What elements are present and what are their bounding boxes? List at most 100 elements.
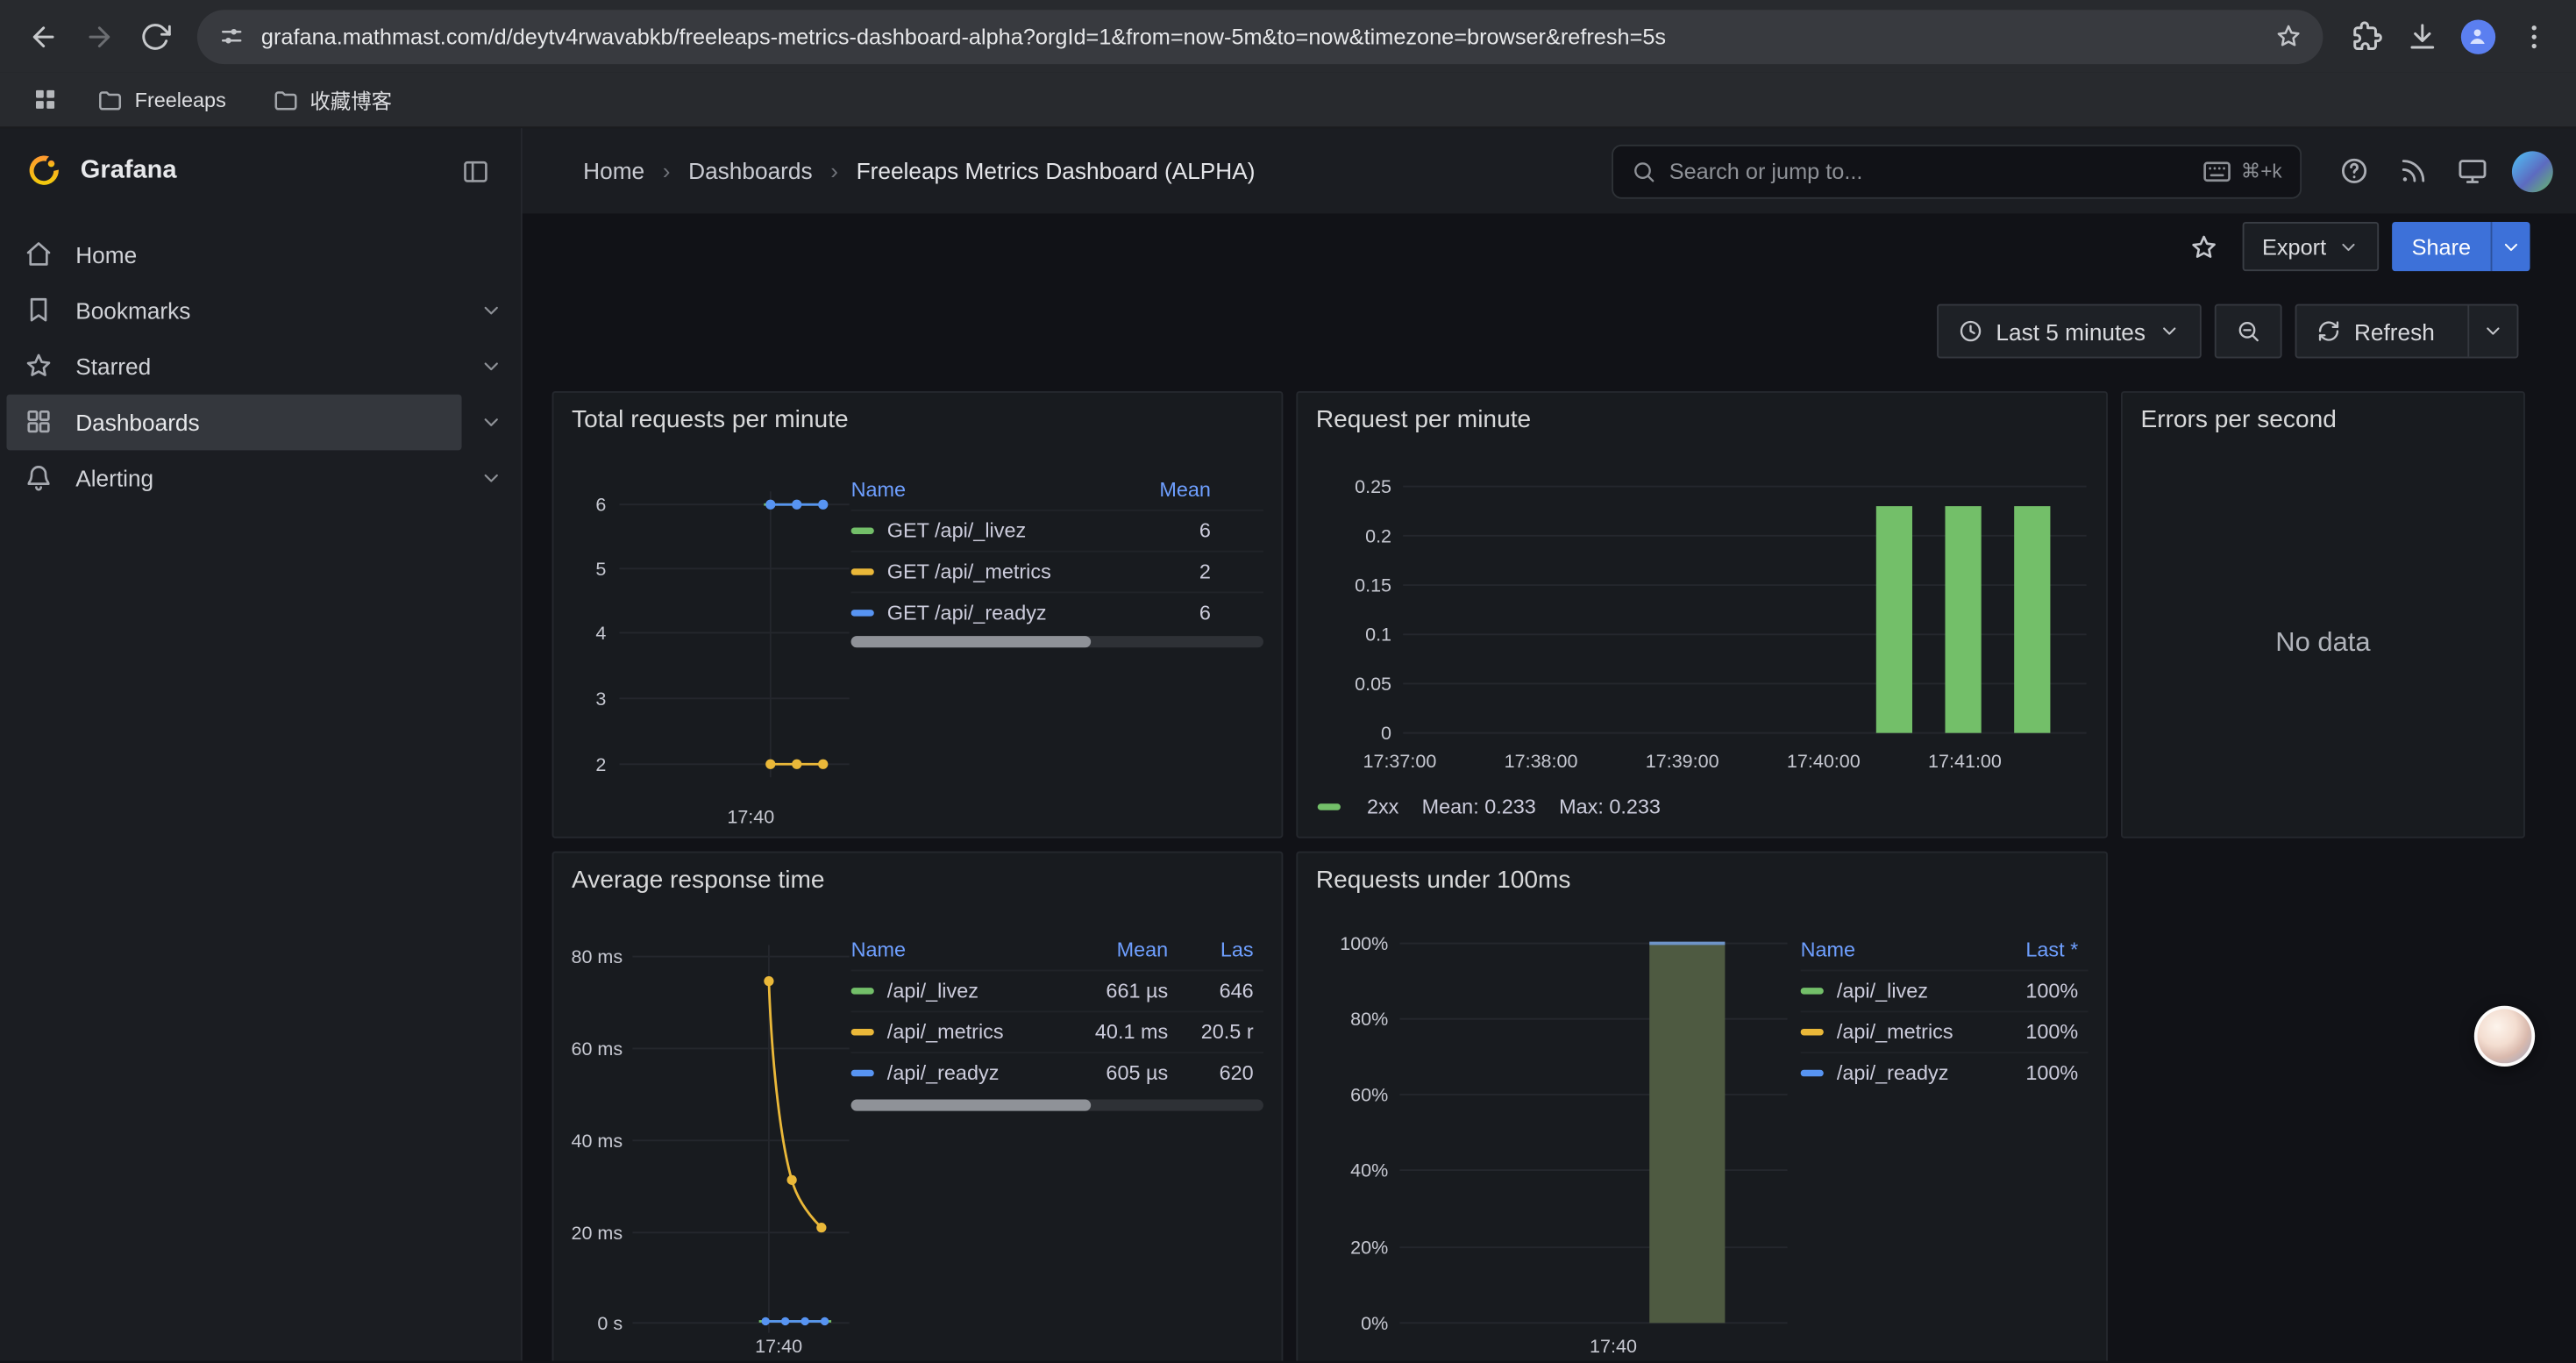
- legend-col-last[interactable]: Last *: [1983, 938, 2089, 960]
- chevron-down-icon[interactable]: [462, 450, 521, 506]
- under-100ms-chart[interactable]: 100% 80% 60% 40% 20% 0% 17:40: [1311, 925, 1796, 1359]
- breadcrumb-home[interactable]: Home: [583, 158, 644, 184]
- bookmark-folder-blogs[interactable]: 收藏博客: [257, 78, 407, 121]
- series-color-dash: [851, 1070, 874, 1076]
- svg-text:0.1: 0.1: [1365, 624, 1391, 646]
- series-toggle[interactable]: /api/_livez: [1801, 980, 1983, 1003]
- legend-col-mean[interactable]: Mean: [1063, 938, 1168, 960]
- series-toggle[interactable]: GET /api/_livez: [851, 519, 1126, 542]
- panel-title[interactable]: Errors per second: [2123, 393, 2523, 434]
- time-range-picker[interactable]: Last 5 minutes: [1937, 304, 2202, 359]
- scrollbar-thumb[interactable]: [851, 636, 1091, 647]
- legend-col-name[interactable]: Name: [1801, 938, 1983, 960]
- legend-scrollbar[interactable]: [851, 636, 1263, 647]
- series-name: GET /api/_readyz: [887, 602, 1047, 624]
- sidebar-item-starred[interactable]: Starred: [0, 339, 521, 395]
- series-toggle[interactable]: /api/_readyz: [851, 1061, 1064, 1084]
- favorite-star-icon[interactable]: [2180, 222, 2229, 271]
- breadcrumb: Home › Dashboards › Freeleaps Metrics Da…: [583, 158, 1255, 184]
- url-text[interactable]: grafana.mathmast.com/d/deytv4rwavabkb/fr…: [261, 24, 2259, 48]
- series-toggle[interactable]: /api/_readyz: [1801, 1061, 1983, 1084]
- sidebar-item-home[interactable]: Home: [0, 227, 521, 283]
- rss-icon[interactable]: [2387, 148, 2440, 194]
- sidebar-item-dashboards[interactable]: Dashboards: [0, 395, 521, 451]
- floating-assistant-avatar[interactable]: [2474, 1006, 2535, 1067]
- panel-errors-per-second: Errors per second No data: [2121, 391, 2525, 838]
- breadcrumb-dashboards[interactable]: Dashboards: [688, 158, 812, 184]
- share-menu-chevron[interactable]: [2491, 222, 2530, 271]
- zoom-out-button[interactable]: [2215, 304, 2282, 359]
- svg-text:2: 2: [595, 754, 606, 775]
- series-toggle[interactable]: /api/_metrics: [1801, 1021, 1983, 1044]
- series-toggle[interactable]: GET /api/_metrics: [851, 560, 1126, 583]
- forward-icon[interactable]: [72, 10, 125, 62]
- address-bar[interactable]: grafana.mathmast.com/d/deytv4rwavabkb/fr…: [197, 9, 2323, 63]
- chevron-down-icon: [2482, 320, 2503, 341]
- search-box[interactable]: ⌘+k: [1612, 144, 2302, 198]
- legend-col-name[interactable]: Name: [851, 938, 1064, 960]
- legend-col-last[interactable]: Las: [1168, 938, 1263, 960]
- search-input[interactable]: [1669, 159, 2190, 183]
- avg-response-chart[interactable]: 80 ms 60 ms 40 ms 20 ms 0 s 17:40: [566, 925, 854, 1359]
- scrollbar-thumb[interactable]: [851, 1100, 1091, 1111]
- svg-text:80%: 80%: [1350, 1009, 1388, 1030]
- site-settings-icon[interactable]: [218, 23, 245, 49]
- series-toggle[interactable]: GET /api/_readyz: [851, 602, 1126, 624]
- export-button[interactable]: Export: [2243, 222, 2380, 271]
- legend-table: Name Mean Las /api/_livez 661 µs 646 /ap…: [851, 929, 1263, 1093]
- total-requests-chart[interactable]: 6 5 4 3 2 17:40: [566, 465, 854, 838]
- chevron-down-icon[interactable]: [462, 395, 521, 451]
- user-avatar[interactable]: [2512, 150, 2553, 191]
- panel-title[interactable]: Average response time: [553, 853, 1281, 894]
- back-icon[interactable]: [17, 10, 69, 62]
- chevron-down-icon[interactable]: [462, 282, 521, 339]
- bookmark-label: 收藏博客: [310, 84, 392, 116]
- series-mean: 605 µs: [1063, 1061, 1168, 1084]
- svg-text:20 ms: 20 ms: [572, 1223, 623, 1244]
- folder-icon: [97, 86, 124, 112]
- legend-row: GET /api/_livez 6: [851, 510, 1263, 551]
- series-name: GET /api/_livez: [887, 519, 1026, 542]
- downloads-icon[interactable]: [2395, 10, 2448, 62]
- chevron-down-icon[interactable]: [462, 339, 521, 395]
- share-label[interactable]: Share: [2392, 222, 2490, 271]
- svg-text:0.25: 0.25: [1355, 476, 1391, 497]
- clock-icon: [1958, 319, 1982, 344]
- sidebar-item-label: Dashboards: [75, 410, 199, 436]
- extensions-icon[interactable]: [2339, 10, 2392, 62]
- legend-col-name[interactable]: Name: [851, 477, 1126, 500]
- series-toggle[interactable]: 2xx: [1318, 796, 1399, 818]
- series-color-dash: [1801, 1070, 1824, 1076]
- series-toggle[interactable]: /api/_metrics: [851, 1021, 1064, 1044]
- sidebar-item-bookmarks[interactable]: Bookmarks: [0, 282, 521, 339]
- svg-text:6: 6: [595, 495, 606, 516]
- apps-icon[interactable]: [23, 78, 66, 121]
- grafana-brand[interactable]: Grafana: [81, 156, 434, 186]
- legend-row: /api/_readyz 605 µs 620: [851, 1052, 1263, 1093]
- help-icon[interactable]: [2328, 148, 2380, 194]
- panel-title[interactable]: Total requests per minute: [553, 393, 1281, 434]
- refresh-button[interactable]: Refresh: [2295, 304, 2519, 359]
- reload-icon[interactable]: [128, 10, 181, 62]
- sidebar-toggle-icon[interactable]: [452, 148, 497, 194]
- refresh-main[interactable]: Refresh: [2296, 306, 2454, 357]
- legend-col-mean[interactable]: Mean: [1126, 477, 1263, 500]
- bookmark-folder-freeleaps[interactable]: Freeleaps: [82, 78, 241, 121]
- browser-menu-icon[interactable]: [2507, 10, 2559, 62]
- legend-scrollbar[interactable]: [851, 1100, 1263, 1111]
- monitor-icon[interactable]: [2446, 148, 2499, 194]
- profile-icon[interactable]: [2451, 10, 2504, 62]
- series-color-dash: [851, 568, 874, 574]
- series-mean: 40.1 ms: [1063, 1021, 1168, 1044]
- sidebar-item-alerting[interactable]: Alerting: [0, 450, 521, 506]
- bookmark-star-icon[interactable]: [2275, 23, 2302, 49]
- request-per-minute-chart[interactable]: 0.25 0.2 0.15 0.1 0.05 0 17:37:00 17:38:…: [1311, 465, 2096, 787]
- share-button[interactable]: Share: [2392, 222, 2530, 271]
- series-toggle[interactable]: /api/_livez: [851, 980, 1064, 1003]
- panel-title[interactable]: Request per minute: [1298, 393, 2106, 434]
- refresh-interval-chevron[interactable]: [2467, 306, 2516, 357]
- bookmark-label: Freeleaps: [135, 88, 226, 111]
- grafana-logo-icon[interactable]: [26, 153, 62, 189]
- panel-title[interactable]: Requests under 100ms: [1298, 853, 2106, 894]
- svg-text:17:40: 17:40: [1590, 1336, 1637, 1357]
